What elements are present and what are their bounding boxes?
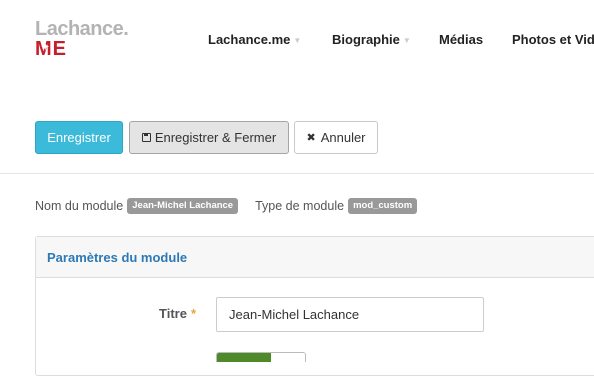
required-marker: *	[190, 306, 196, 321]
module-name-badge: Jean-Michel Lachance	[127, 198, 239, 214]
close-icon: ✖	[306, 132, 316, 144]
toggle-switch[interactable]	[216, 352, 306, 362]
maple-leaf-icon: ✦	[41, 42, 50, 53]
cancel-button[interactable]: ✖ Annuler	[294, 121, 378, 154]
module-type-label: Type de module	[255, 199, 345, 213]
nav-item-label: Biographie	[332, 32, 400, 47]
toolbar-divider	[0, 173, 594, 174]
title-label-text: Titre	[159, 306, 187, 321]
floppy-disk-icon	[141, 133, 151, 142]
nav-item-lachance[interactable]: Lachance.me ▼	[208, 32, 301, 47]
panel-heading[interactable]: Paramètres du module	[36, 237, 594, 278]
caret-down-icon: ▼	[293, 36, 302, 45]
logo-letter-m: M ✦	[35, 38, 52, 60]
module-info: Nom du module Jean-Michel Lachance Type …	[35, 198, 418, 214]
nav-item-photos[interactable]: Photos et Vid	[512, 32, 594, 47]
title-input[interactable]: Jean-Michel Lachance	[216, 297, 484, 332]
module-name-label: Nom du module	[35, 199, 124, 213]
nav-item-label: Lachance.me	[208, 32, 291, 47]
logo-me: M ✦ E	[35, 39, 66, 59]
nav-item-label: Médias	[439, 32, 484, 47]
caret-down-icon: ▼	[402, 36, 411, 45]
save-button-label: Enregistrer	[47, 130, 111, 145]
toggle-off-segment	[271, 353, 305, 362]
nav-item-label: Photos et Vid	[512, 32, 594, 47]
toggle-on-segment	[217, 353, 271, 362]
title-label: Titre *	[159, 306, 196, 321]
save-button[interactable]: Enregistrer	[35, 121, 123, 154]
nav-item-medias[interactable]: Médias	[439, 32, 483, 47]
module-type-badge: mod_custom	[348, 198, 418, 214]
site-logo[interactable]: Lachance. M ✦ E	[35, 18, 140, 62]
logo-wordmark: Lachance.	[35, 18, 129, 40]
cancel-button-label: Annuler	[320, 130, 366, 145]
save-close-button-label: Enregistrer & Fermer	[154, 130, 277, 145]
logo-letter-e: E	[52, 38, 67, 60]
nav-item-biographie[interactable]: Biographie ▼	[332, 32, 411, 47]
save-close-button[interactable]: Enregistrer & Fermer	[129, 121, 289, 154]
